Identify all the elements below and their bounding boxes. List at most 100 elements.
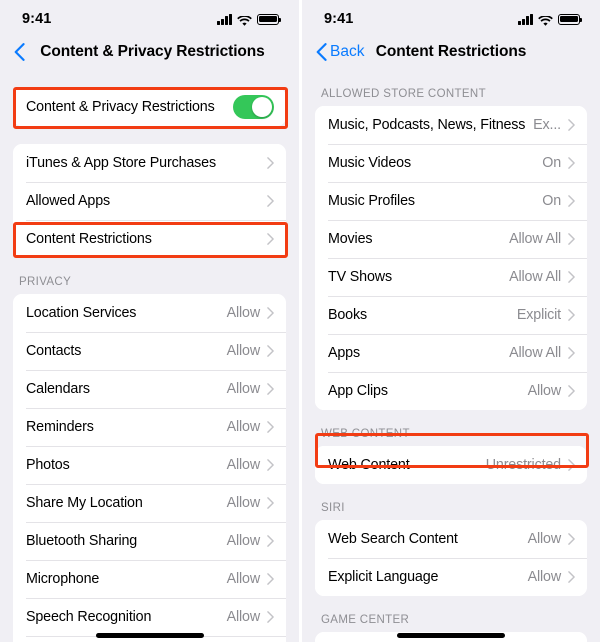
row-reminders[interactable]: Reminders Allow [13, 408, 286, 446]
row-accessory [267, 233, 274, 245]
left-phone-screen: 9:41 Content & Privacy Restrictions Cont… [0, 0, 299, 642]
row-label: Music Profiles [328, 193, 415, 209]
row-value: Allow [226, 381, 261, 397]
status-time: 9:41 [324, 11, 354, 27]
chevron-right-icon [568, 271, 575, 283]
row-label: Web Search Content [328, 531, 458, 547]
row-web-search-content[interactable]: Web Search Content Allow [315, 520, 587, 558]
privacy-card: Location Services Allow Contacts Allow C… [13, 294, 286, 642]
home-indicator-right [397, 633, 505, 638]
row-value: Allow All [509, 231, 561, 247]
chevron-right-icon [267, 459, 274, 471]
row-label: Location Services [26, 305, 137, 321]
back-button-label: Back [330, 43, 365, 60]
row-accessory: Allow [528, 531, 575, 547]
row-music-podcasts-news-fitness[interactable]: Music, Podcasts, News, Fitness Ex... [315, 106, 587, 144]
row-label: TV Shows [328, 269, 392, 285]
row-label: Movies [328, 231, 373, 247]
row-label: Content Restrictions [26, 231, 152, 247]
nav-bar-left: Content & Privacy Restrictions [0, 34, 299, 70]
chevron-right-icon [267, 233, 274, 245]
chevron-right-icon [267, 535, 274, 547]
row-microphone[interactable]: Microphone Allow [13, 560, 286, 598]
row-bluetooth-sharing[interactable]: Bluetooth Sharing Allow [13, 522, 286, 560]
row-location-services[interactable]: Location Services Allow [13, 294, 286, 332]
battery-icon [257, 13, 281, 25]
wifi-icon [538, 14, 553, 26]
chevron-right-icon [568, 119, 575, 131]
row-web-content[interactable]: Web Content Unrestricted [315, 446, 587, 484]
chevron-right-icon [267, 195, 274, 207]
row-accessory [233, 95, 274, 119]
chevron-right-icon [568, 459, 575, 471]
row-label: Apps [328, 345, 360, 361]
row-explicit-language[interactable]: Explicit Language Allow [315, 558, 587, 596]
row-accessory: Allow [227, 571, 274, 587]
allowed-store-content-card: Music, Podcasts, News, Fitness Ex... Mus… [315, 106, 587, 410]
row-calendars[interactable]: Calendars Allow [13, 370, 286, 408]
row-accessory: Allow All [509, 231, 575, 247]
chevron-right-icon [568, 233, 575, 245]
row-label: Books [328, 307, 367, 323]
row-value: Allow [527, 531, 562, 547]
row-accessory: Allow [227, 305, 274, 321]
siri-card: Web Search Content Allow Explicit Langua… [315, 520, 587, 596]
back-button-left[interactable] [14, 43, 28, 61]
section-header-privacy: PRIVACY [19, 276, 72, 288]
chevron-right-icon [568, 157, 575, 169]
row-label: App Clips [328, 383, 388, 399]
row-speech-recognition[interactable]: Speech Recognition Allow [13, 598, 286, 636]
row-photos[interactable]: Photos Allow [13, 446, 286, 484]
row-accessory: Allow [528, 383, 575, 399]
row-value: On [542, 155, 561, 171]
row-music-profiles[interactable]: Music Profiles On [315, 182, 587, 220]
chevron-right-icon [267, 611, 274, 623]
row-accessory: On [542, 155, 575, 171]
row-books[interactable]: Books Explicit [315, 296, 587, 334]
status-bar-left: 9:41 [0, 0, 299, 34]
row-label: Contacts [26, 343, 82, 359]
row-tv-shows[interactable]: TV Shows Allow All [315, 258, 587, 296]
row-value: Allow All [509, 345, 561, 361]
chevron-right-icon [568, 385, 575, 397]
chevron-left-icon [316, 43, 327, 61]
row-accessory [267, 157, 274, 169]
row-share-my-location[interactable]: Share My Location Allow [13, 484, 286, 522]
page-title-left: Content & Privacy Restrictions [40, 43, 265, 60]
row-value: Allow [226, 571, 261, 587]
row-itunes-app-store-purchases[interactable]: iTunes & App Store Purchases [13, 144, 286, 182]
home-indicator-left [95, 633, 204, 638]
row-movies[interactable]: Movies Allow All [315, 220, 587, 258]
row-label: Microphone [26, 571, 100, 587]
row-music-videos[interactable]: Music Videos On [315, 144, 587, 182]
row-accessory: Allow [227, 457, 274, 473]
row-accessory: On [542, 193, 575, 209]
chevron-right-icon [267, 157, 274, 169]
row-accessory: Allow [227, 533, 274, 549]
row-label: Bluetooth Sharing [26, 533, 138, 549]
section-header-game-center: GAME CENTER [321, 614, 410, 626]
row-value: Allow All [509, 269, 561, 285]
row-app-clips[interactable]: App Clips Allow [315, 372, 587, 410]
chevron-right-icon [568, 347, 575, 359]
row-content-restrictions[interactable]: Content Restrictions [13, 220, 286, 258]
row-value: Allow [527, 383, 562, 399]
row-accessory [267, 195, 274, 207]
content-privacy-restrictions-switch[interactable] [233, 95, 274, 119]
row-label: Reminders [26, 419, 94, 435]
back-button-right[interactable]: Back [316, 43, 364, 61]
row-allowed-apps[interactable]: Allowed Apps [13, 182, 286, 220]
row-contacts[interactable]: Contacts Allow [13, 332, 286, 370]
row-accessory: Allow All [509, 269, 575, 285]
section-header-allowed-store-content: ALLOWED STORE CONTENT [321, 88, 486, 100]
row-accessory: Allow [528, 569, 575, 585]
row-label: Share My Location [26, 495, 143, 511]
row-value: Allow [226, 457, 261, 473]
row-content-privacy-restrictions-toggle[interactable]: Content & Privacy Restrictions [13, 88, 286, 126]
row-label: Music, Podcasts, News, Fitness [328, 117, 526, 133]
row-apps[interactable]: Apps Allow All [315, 334, 587, 372]
